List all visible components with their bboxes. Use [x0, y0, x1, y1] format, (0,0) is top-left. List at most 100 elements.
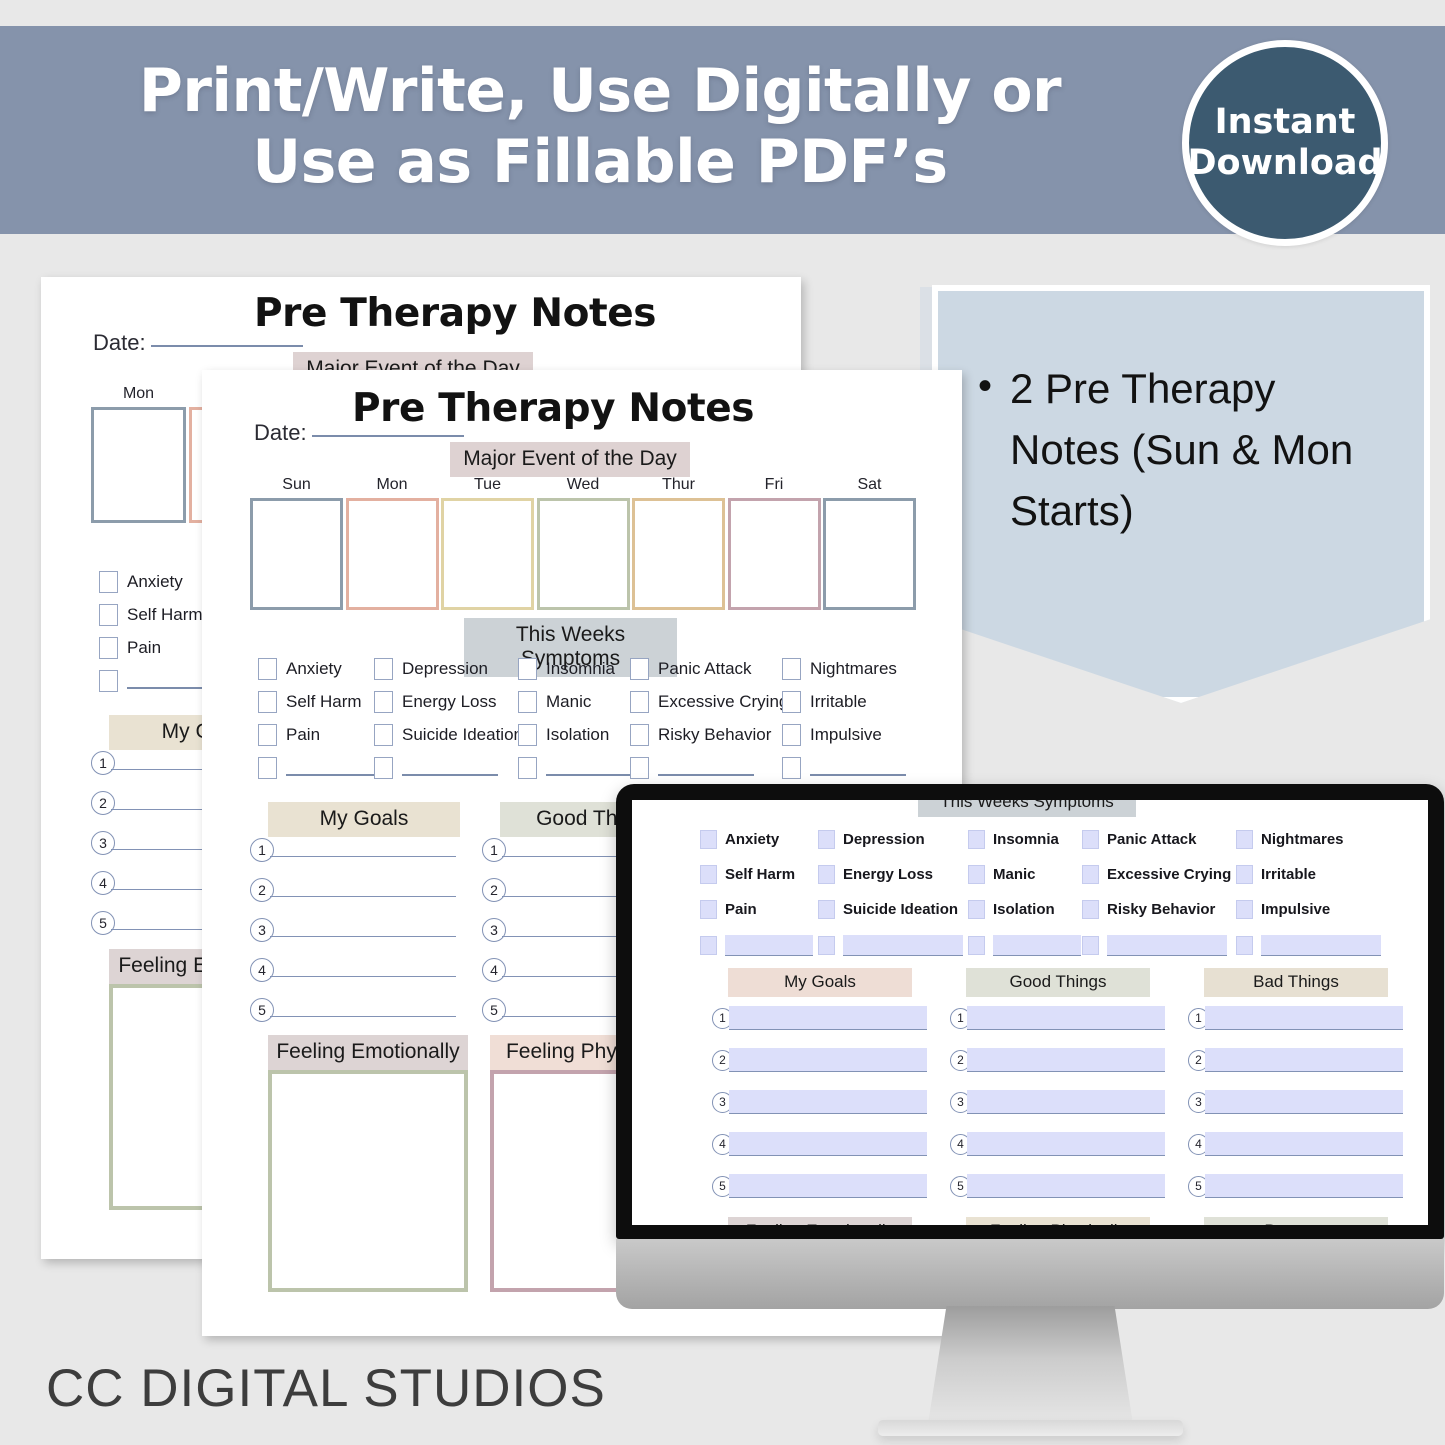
symptom-checkbox[interactable]: [374, 658, 393, 680]
screen-symptom-row: Pain: [700, 900, 757, 919]
screen-write-in-field[interactable]: [729, 1174, 927, 1198]
symptom-checkbox-custom[interactable]: [782, 757, 801, 779]
symptom-checkbox[interactable]: [99, 604, 118, 626]
symptom-custom-input-line[interactable]: [402, 761, 498, 776]
screen-symptom-checkbox-custom[interactable]: [818, 936, 835, 955]
screen-symptom-custom-field[interactable]: [1107, 935, 1227, 956]
symptom-checkbox[interactable]: [258, 658, 277, 680]
day-entry-box-sun[interactable]: [250, 498, 343, 610]
day-entry-box-wed[interactable]: [536, 498, 630, 610]
symptom-checkbox[interactable]: [630, 724, 649, 746]
symptom-checkbox-custom[interactable]: [258, 757, 277, 779]
screen-symptom-custom-field[interactable]: [993, 935, 1081, 956]
day-entry-box-mon[interactable]: [345, 498, 439, 610]
screen-symptom-custom-field[interactable]: [1261, 935, 1381, 956]
symptom-checkbox[interactable]: [782, 658, 801, 680]
screen-write-in-field[interactable]: [967, 1174, 1165, 1198]
symptom-custom-input-line[interactable]: [286, 761, 382, 776]
day-entry-box-tue[interactable]: [441, 498, 534, 610]
date-input-line[interactable]: [150, 345, 303, 347]
screen-symptom-checkbox[interactable]: [818, 900, 835, 919]
symptom-checkbox-custom[interactable]: [630, 757, 649, 779]
screen-write-in-field[interactable]: [1205, 1132, 1403, 1156]
day-entry-box-mon[interactable]: [91, 407, 186, 523]
screen-write-in-field[interactable]: [967, 1006, 1165, 1030]
box-section-header: Feeling Emotionally: [268, 1035, 468, 1070]
symptom-checkbox-custom[interactable]: [518, 757, 537, 779]
screen-symptom-label: Energy Loss: [843, 866, 934, 883]
write-in-line[interactable]: [270, 924, 456, 937]
symptom-checkbox[interactable]: [630, 691, 649, 713]
screen-symptom-checkbox[interactable]: [968, 900, 985, 919]
symptom-row: Suicide Ideation: [374, 724, 523, 746]
screen-symptom-custom-field[interactable]: [725, 935, 813, 956]
screen-symptom-checkbox[interactable]: [1236, 900, 1253, 919]
screen-symptom-checkbox[interactable]: [1236, 830, 1253, 849]
screen-write-in-field[interactable]: [729, 1132, 927, 1156]
screen-numbered-row: 3: [1188, 1090, 1403, 1114]
symptom-checkbox[interactable]: [630, 658, 649, 680]
screen-symptom-checkbox-custom[interactable]: [1082, 936, 1099, 955]
monitor-stand-base: [878, 1420, 1183, 1436]
symptom-checkbox[interactable]: [518, 658, 537, 680]
screen-write-in-field[interactable]: [967, 1048, 1165, 1072]
screen-write-in-field[interactable]: [729, 1048, 927, 1072]
symptom-checkbox[interactable]: [99, 637, 118, 659]
symptom-custom-input-line[interactable]: [546, 761, 642, 776]
symptom-checkbox[interactable]: [374, 724, 393, 746]
screen-write-in-field[interactable]: [967, 1132, 1165, 1156]
symptom-checkbox[interactable]: [782, 691, 801, 713]
symptom-checkbox[interactable]: [518, 724, 537, 746]
screen-write-in-field[interactable]: [1205, 1048, 1403, 1072]
symptom-checkbox[interactable]: [782, 724, 801, 746]
screen-symptom-row: Excessive Crying: [1082, 865, 1231, 884]
screen-symptom-checkbox[interactable]: [818, 830, 835, 849]
symptom-checkbox[interactable]: [374, 691, 393, 713]
symptom-row: Depression: [374, 658, 488, 680]
screen-symptom-checkbox-custom[interactable]: [968, 936, 985, 955]
symptom-checkbox[interactable]: [518, 691, 537, 713]
screen-symptom-checkbox[interactable]: [1082, 865, 1099, 884]
symptom-row: Anxiety: [99, 571, 183, 593]
day-entry-box-fri[interactable]: [727, 498, 821, 610]
screen-write-in-field[interactable]: [729, 1006, 927, 1030]
symptom-checkbox-custom[interactable]: [99, 670, 118, 692]
screen-write-in-field[interactable]: [1205, 1174, 1403, 1198]
day-entry-box-thur[interactable]: [632, 498, 725, 610]
symptom-label: Depression: [402, 659, 488, 678]
screen-symptom-checkbox[interactable]: [1082, 830, 1099, 849]
screen-numbered-row: 3: [950, 1090, 1165, 1114]
day-entry-box-sat[interactable]: [823, 498, 916, 610]
symptom-row: Energy Loss: [374, 691, 497, 713]
write-in-line[interactable]: [270, 1004, 456, 1017]
box-section-area[interactable]: [268, 1070, 468, 1292]
screen-symptom-checkbox-custom[interactable]: [1236, 936, 1253, 955]
symptom-custom-input-line[interactable]: [810, 761, 906, 776]
screen-write-in-field[interactable]: [1205, 1006, 1403, 1030]
screen-symptom-checkbox[interactable]: [1236, 865, 1253, 884]
date-input-line[interactable]: [311, 435, 464, 437]
screen-symptom-checkbox[interactable]: [700, 900, 717, 919]
screen-symptom-checkbox[interactable]: [700, 865, 717, 884]
screen-write-in-field[interactable]: [967, 1090, 1165, 1114]
screen-symptom-checkbox[interactable]: [968, 865, 985, 884]
screen-symptom-custom-field[interactable]: [843, 935, 963, 956]
symptom-checkbox[interactable]: [258, 691, 277, 713]
symptom-checkbox-custom[interactable]: [374, 757, 393, 779]
screen-symptom-checkbox[interactable]: [968, 830, 985, 849]
write-in-line[interactable]: [270, 964, 456, 977]
screen-numbered-row: 2: [712, 1048, 927, 1072]
symptom-row: Irritable: [782, 691, 867, 713]
write-in-line[interactable]: [270, 844, 456, 857]
write-in-line[interactable]: [270, 884, 456, 897]
symptom-custom-input-line[interactable]: [658, 761, 754, 776]
day-label-mon: Mon: [122, 385, 155, 402]
screen-write-in-field[interactable]: [729, 1090, 927, 1114]
screen-symptom-checkbox[interactable]: [1082, 900, 1099, 919]
symptom-checkbox[interactable]: [258, 724, 277, 746]
screen-symptom-checkbox-custom[interactable]: [700, 936, 717, 955]
symptom-checkbox[interactable]: [99, 571, 118, 593]
screen-symptom-checkbox[interactable]: [700, 830, 717, 849]
screen-write-in-field[interactable]: [1205, 1090, 1403, 1114]
screen-symptom-checkbox[interactable]: [818, 865, 835, 884]
